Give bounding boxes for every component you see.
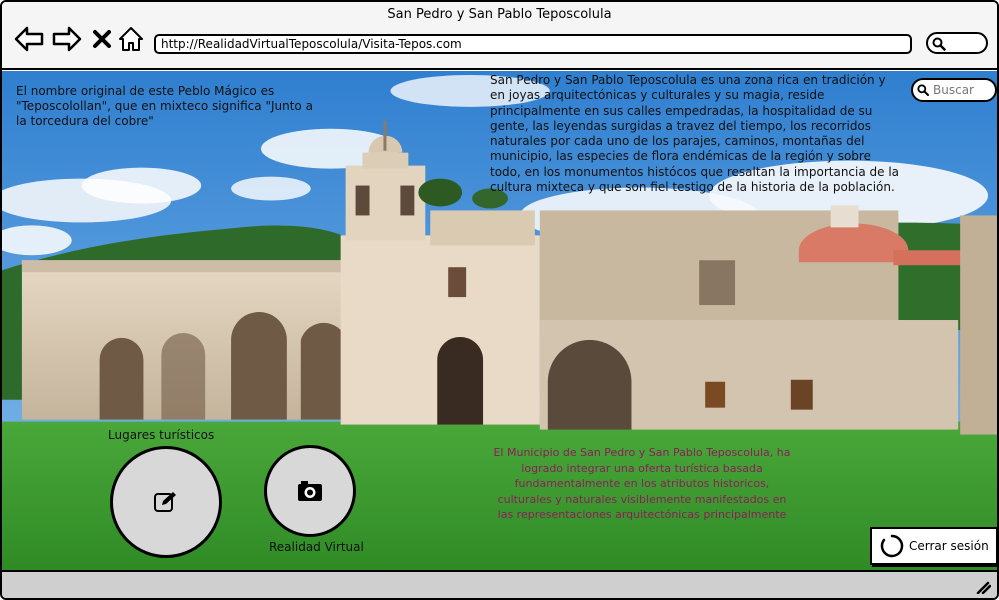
close-icon [93, 30, 111, 48]
camera-icon [298, 481, 322, 501]
intro-right-text: San Pedro y San Pablo Teposcolula es una… [490, 73, 900, 195]
virtual-reality-button[interactable] [264, 445, 356, 537]
home-icon [119, 27, 143, 51]
search-icon [932, 37, 946, 51]
tourist-places-button[interactable] [110, 446, 222, 558]
intro-left-text: El nombre original de este Peblo Mágico … [16, 84, 313, 128]
virtual-reality-label: Realidad Virtual [269, 540, 364, 554]
resize-grip-icon[interactable] [975, 580, 991, 594]
arrow-right-icon [52, 26, 82, 52]
browser-window: San Pedro y San Pablo Teposcolula http:/… [0, 0, 999, 600]
home-button[interactable] [116, 24, 146, 54]
status-bar [2, 570, 997, 598]
power-icon [880, 534, 904, 558]
logout-button[interactable]: Cerrar sesión [870, 527, 997, 565]
window-title: San Pedro y San Pablo Teposcolula [387, 7, 612, 22]
municipio-text: El Municipio de San Pedro y San Pablo Te… [493, 446, 791, 521]
stop-button[interactable] [87, 24, 117, 54]
browser-toolbar: San Pedro y San Pablo Teposcolula http:/… [2, 2, 997, 70]
arrow-left-icon [14, 26, 44, 52]
edit-icon [154, 492, 176, 512]
back-button[interactable] [14, 24, 44, 54]
search-input[interactable]: Buscar [911, 78, 997, 102]
search-placeholder: Buscar [933, 83, 974, 97]
forward-button[interactable] [52, 24, 82, 54]
address-bar[interactable]: http://RealidadVirtualTeposcolula/Visita… [154, 34, 912, 54]
main-content: El nombre original de este Peblo Mágico … [2, 70, 997, 574]
toolbar-search[interactable] [926, 32, 988, 54]
tourist-places-label: Lugares turísticos [108, 428, 215, 442]
search-icon [917, 84, 929, 96]
logout-label: Cerrar sesión [909, 539, 989, 553]
